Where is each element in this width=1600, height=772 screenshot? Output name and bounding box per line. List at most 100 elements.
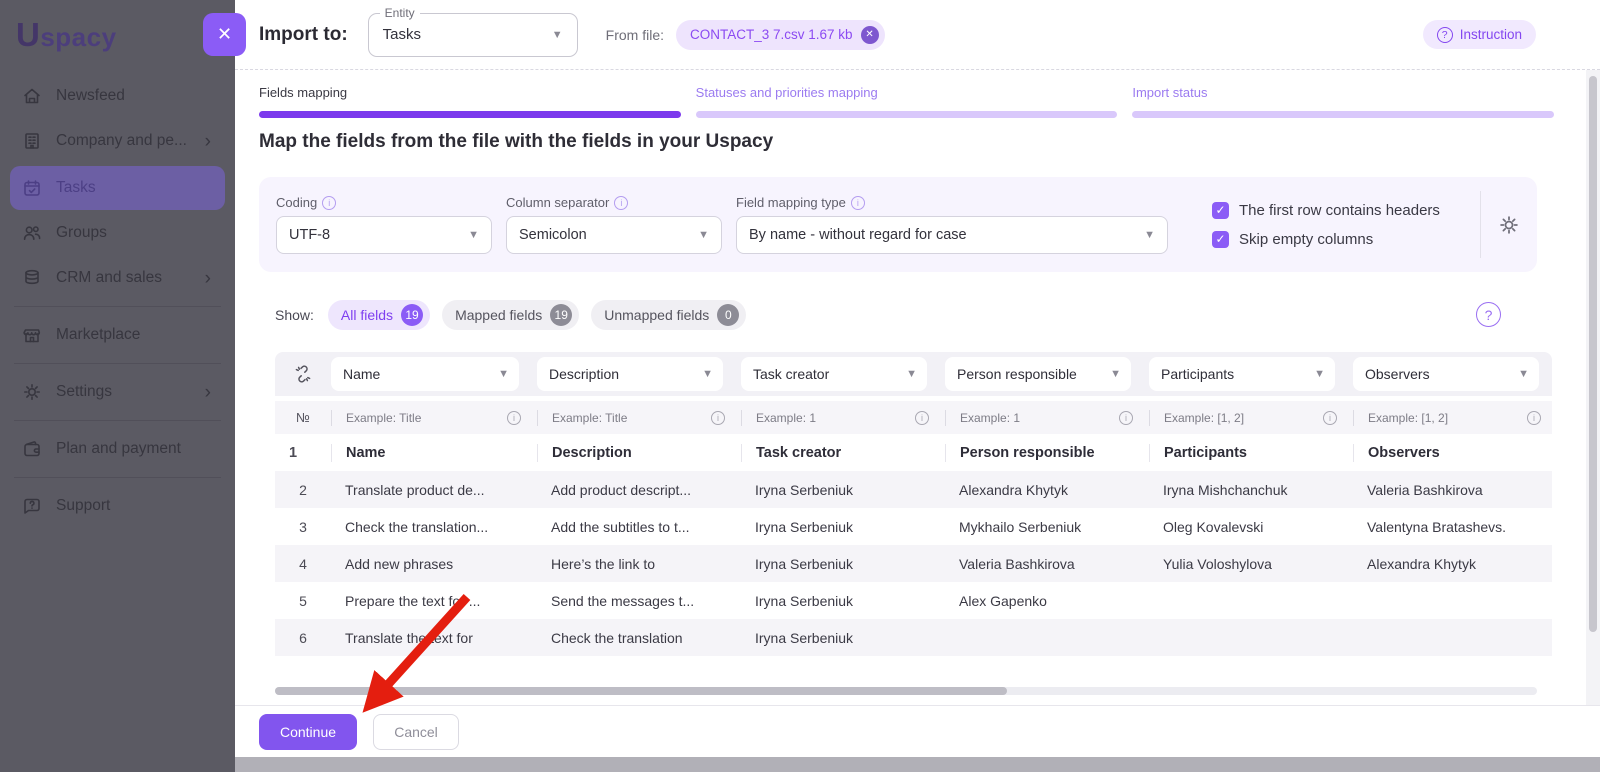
vertical-scrollbar-thumb[interactable]: [1589, 76, 1597, 632]
divider: [14, 363, 221, 364]
sidebar-item-label: Groups: [56, 224, 107, 242]
import-settings-card: Codingi UTF-8 ▼ Column separatori Semico…: [259, 177, 1537, 272]
sidebar-item-label: Settings: [56, 383, 112, 401]
table-row: 2 Translate product de... Add product de…: [275, 471, 1552, 508]
step-fields-mapping: Fields mapping: [259, 84, 681, 118]
building-icon: [22, 131, 42, 151]
gear-icon: [1498, 214, 1520, 236]
sidebar-item-groups[interactable]: Groups: [10, 213, 225, 253]
remove-file-icon[interactable]: ✕: [861, 26, 879, 44]
import-title: Import to:: [259, 24, 348, 46]
show-label: Show:: [275, 307, 314, 323]
info-icon: i: [851, 196, 865, 210]
field-mapping-type-select[interactable]: By name - without regard for case ▼: [736, 216, 1168, 254]
column-select-observers[interactable]: Observers▼: [1353, 357, 1539, 391]
sidebar-nav: Newsfeed Company and pe... › Tasks Group…: [0, 54, 235, 526]
sidebar-item-label: Company and pe...: [56, 132, 187, 150]
column-select-task-creator[interactable]: Task creator▼: [741, 357, 927, 391]
uspacy-logo: Uspacy: [0, 0, 235, 54]
sidebar-item-company[interactable]: Company and pe... ›: [10, 121, 225, 161]
horizontal-scrollbar-thumb[interactable]: [275, 687, 1007, 695]
info-icon: i: [1119, 411, 1133, 425]
table-row: 6 Translate the text for Check the trans…: [275, 619, 1552, 656]
mapping-table-header: Name▼ Description▼ Task creator▼ Person …: [275, 352, 1552, 396]
page-background-strip: [235, 757, 1600, 772]
count-badge: 0: [717, 304, 739, 326]
step-import-status: Import status: [1132, 84, 1554, 118]
chevron-down-icon: ▼: [1314, 368, 1325, 380]
column-select-participants[interactable]: Participants▼: [1149, 357, 1335, 391]
table-row: 3 Check the translation... Add the subti…: [275, 508, 1552, 545]
checkbox-checked-icon: ✓: [1212, 231, 1229, 248]
chevron-down-icon: ▼: [1518, 368, 1529, 380]
column-select-name[interactable]: Name▼: [331, 357, 519, 391]
column-select-person-responsible[interactable]: Person responsible▼: [945, 357, 1131, 391]
coding-select[interactable]: UTF-8 ▼: [276, 216, 492, 254]
sidebar-item-plan[interactable]: Plan and payment: [10, 429, 225, 469]
chevron-down-icon: ▼: [906, 368, 917, 380]
info-icon: i: [915, 411, 929, 425]
info-icon: i: [1527, 411, 1541, 425]
entity-select[interactable]: Entity Tasks ▼: [368, 13, 578, 57]
close-icon: ✕: [217, 24, 232, 45]
chevron-down-icon: ▼: [698, 229, 709, 241]
coding-group: Codingi UTF-8 ▼: [276, 195, 492, 254]
chevron-down-icon: ▼: [468, 229, 479, 241]
divider: [14, 306, 221, 307]
coins-icon: [22, 268, 42, 288]
info-icon: i: [711, 411, 725, 425]
home-icon: [22, 86, 42, 106]
column-select-description[interactable]: Description▼: [537, 357, 723, 391]
count-badge: 19: [550, 304, 572, 326]
chevron-down-icon: ▼: [1110, 368, 1121, 380]
table-row: 5 Prepare the text for ... Send the mess…: [275, 582, 1552, 619]
sidebar-item-label: Tasks: [56, 179, 96, 197]
entity-select-label: Entity: [380, 6, 420, 20]
table-rows: 1 Name Description Task creator Person r…: [275, 434, 1552, 656]
instruction-button[interactable]: ? Instruction: [1423, 20, 1536, 49]
sidebar-item-tasks[interactable]: Tasks: [10, 166, 225, 210]
entity-select-value: Tasks: [383, 26, 421, 43]
wallet-icon: [22, 439, 42, 459]
file-chip: CONTACT_3 7.csv 1.67 kb ✕: [676, 20, 885, 50]
users-icon: [22, 223, 42, 243]
calendar-check-icon: [22, 178, 42, 198]
continue-button[interactable]: Continue: [259, 714, 357, 750]
first-row-headers-checkbox[interactable]: ✓ The first row contains headers: [1212, 202, 1440, 219]
from-file-label: From file:: [606, 27, 664, 43]
filter-unmapped-fields[interactable]: Unmapped fields 0: [591, 300, 746, 330]
modal-footer: Continue Cancel: [235, 705, 1600, 757]
chevron-right-icon: ›: [205, 383, 211, 402]
vertical-scrollbar: [1586, 70, 1600, 757]
cancel-button[interactable]: Cancel: [373, 714, 459, 750]
sidebar-item-label: CRM and sales: [56, 269, 162, 287]
filter-all-fields[interactable]: All fields 19: [328, 300, 430, 330]
sidebar-item-label: Plan and payment: [56, 440, 181, 458]
step-progress-bar: [696, 111, 1118, 118]
checkbox-checked-icon: ✓: [1212, 202, 1229, 219]
column-separator-select[interactable]: Semicolon ▼: [506, 216, 722, 254]
chevron-down-icon: ▼: [498, 368, 509, 380]
mapping-type-group: Field mapping typei By name - without re…: [736, 195, 1168, 254]
sidebar-item-settings[interactable]: Settings ›: [10, 372, 225, 412]
chevron-down-icon: ▼: [552, 29, 563, 41]
number-header: №: [275, 410, 331, 425]
mapping-table: Name▼ Description▼ Task creator▼ Person …: [275, 352, 1552, 656]
unlink-icon: [275, 363, 331, 385]
table-row: 4 Add new phrases Here’s the link to Iry…: [275, 545, 1552, 582]
filter-mapped-fields[interactable]: Mapped fields 19: [442, 300, 579, 330]
chat-question-icon: [22, 496, 42, 516]
sidebar-item-crm[interactable]: CRM and sales ›: [10, 258, 225, 298]
skip-empty-columns-checkbox[interactable]: ✓ Skip empty columns: [1212, 231, 1440, 248]
sidebar-item-support[interactable]: Support: [10, 486, 225, 526]
close-button[interactable]: ✕: [203, 13, 246, 56]
chevron-right-icon: ›: [205, 269, 211, 288]
divider: [14, 477, 221, 478]
instruction-label: Instruction: [1460, 27, 1522, 42]
advanced-settings-button[interactable]: [1481, 214, 1537, 236]
sidebar-item-marketplace[interactable]: Marketplace: [10, 315, 225, 355]
sidebar-item-newsfeed[interactable]: Newsfeed: [10, 76, 225, 116]
question-circle-icon: ?: [1437, 27, 1453, 43]
help-button[interactable]: ?: [1476, 302, 1501, 327]
sidebar-item-label: Marketplace: [56, 326, 140, 344]
